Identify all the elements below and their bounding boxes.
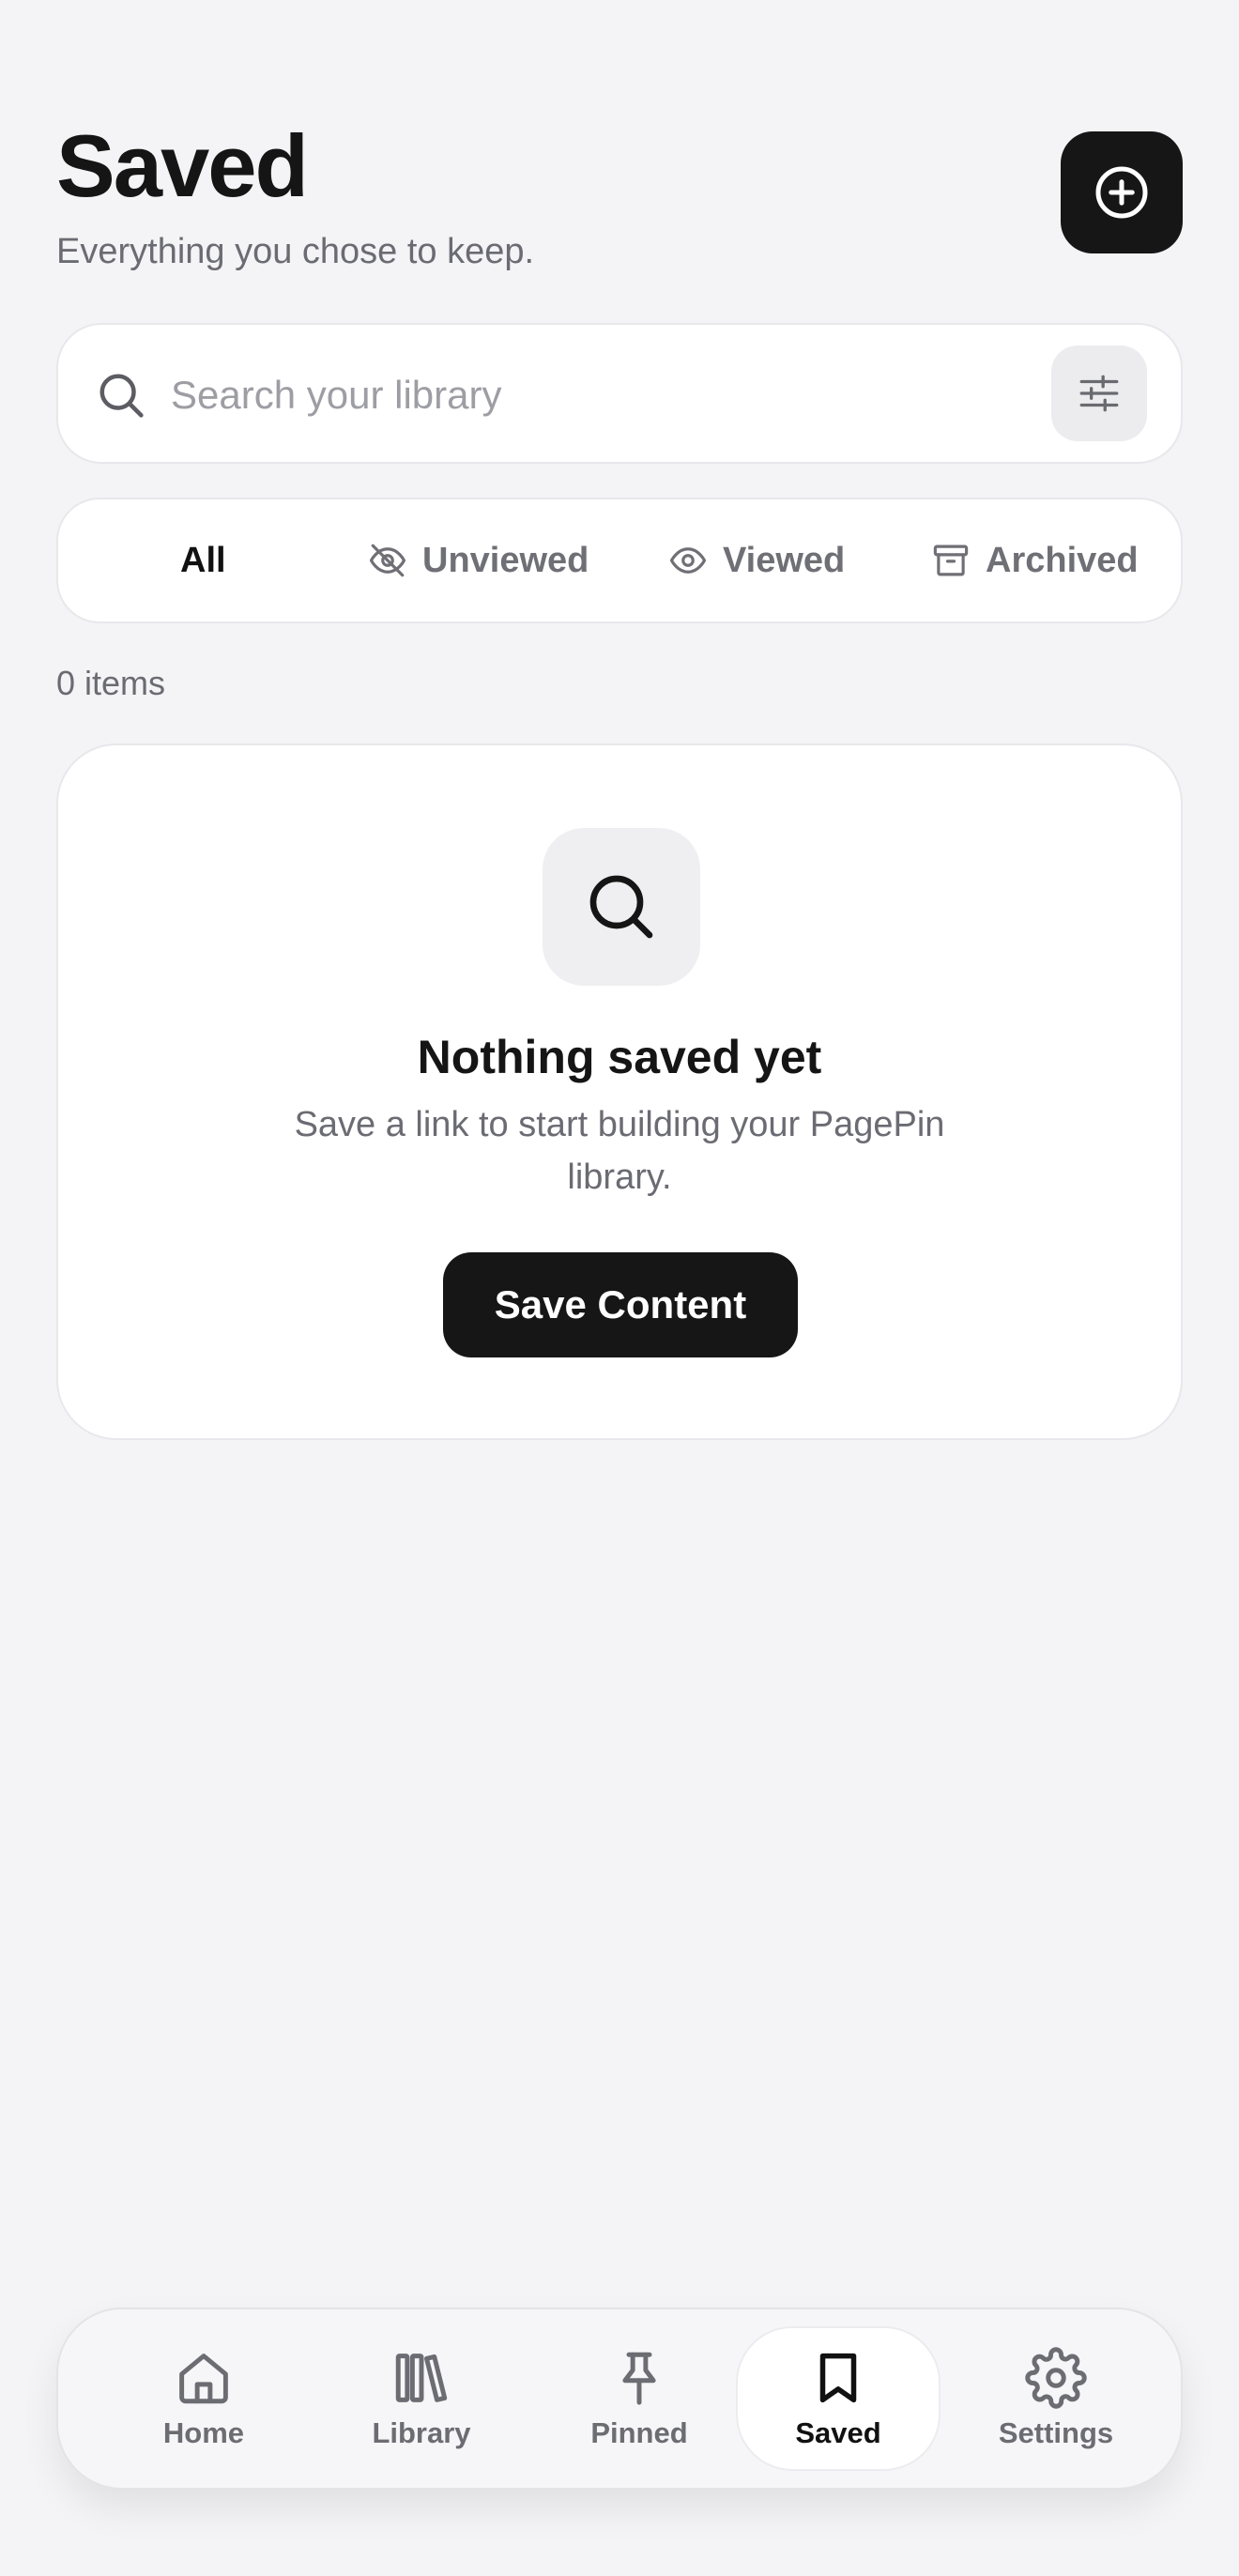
archive-icon bbox=[933, 544, 969, 576]
search-icon bbox=[589, 875, 653, 939]
nav-label: Library bbox=[372, 2416, 471, 2449]
tab-label: All bbox=[180, 540, 226, 580]
page-subtitle: Everything you chose to keep. bbox=[56, 232, 535, 271]
nav-item-settings[interactable]: Settings bbox=[954, 2326, 1158, 2471]
tab-label: Viewed bbox=[723, 540, 846, 580]
nav-item-home[interactable]: Home bbox=[101, 2326, 306, 2471]
search-input[interactable] bbox=[171, 362, 1072, 428]
nav-label: Saved bbox=[795, 2416, 881, 2449]
tab-archived[interactable]: Archived bbox=[931, 499, 1139, 621]
nav-item-saved[interactable]: Saved bbox=[736, 2326, 941, 2471]
tab-viewed[interactable]: Viewed bbox=[668, 499, 845, 621]
bookmark-icon bbox=[819, 2353, 857, 2403]
saved-screen: Saved Everything you chose to keep. Sear… bbox=[0, 0, 1239, 2576]
pin-icon bbox=[622, 2352, 656, 2405]
add-button[interactable] bbox=[1061, 131, 1183, 253]
gear-icon bbox=[1025, 2347, 1087, 2409]
home-icon bbox=[179, 2354, 228, 2404]
nav-item-pinned[interactable]: Pinned bbox=[537, 2326, 742, 2471]
filter-button[interactable] bbox=[1051, 345, 1147, 441]
empty-state-card: Nothing saved yet Save a link to start b… bbox=[56, 744, 1183, 1440]
search-bar bbox=[56, 323, 1183, 464]
nav-item-library[interactable]: Library bbox=[319, 2326, 524, 2471]
library-icon bbox=[395, 2354, 448, 2402]
nav-label: Settings bbox=[998, 2416, 1114, 2449]
tab-all[interactable]: All bbox=[180, 499, 226, 621]
search-icon bbox=[99, 374, 144, 418]
empty-state-description: Save a link to start building your PageP… bbox=[294, 1105, 945, 1197]
tab-unviewed[interactable]: Unviewed bbox=[368, 499, 589, 621]
eye-off-icon bbox=[369, 544, 406, 577]
empty-state-title: Nothing saved yet bbox=[417, 1031, 822, 1083]
bottom-nav: Home Library Pinned Saved Settings bbox=[56, 2308, 1183, 2490]
sliders-icon bbox=[1079, 375, 1119, 412]
tab-label: Unviewed bbox=[422, 540, 589, 580]
nav-label: Pinned bbox=[590, 2416, 688, 2449]
plus-circle-icon bbox=[1095, 166, 1148, 219]
save-content-button[interactable]: Save Content bbox=[443, 1252, 798, 1357]
tab-label: Archived bbox=[986, 540, 1139, 580]
empty-state-icon-tile bbox=[543, 828, 700, 986]
nav-label: Home bbox=[162, 2416, 245, 2449]
eye-icon bbox=[669, 547, 707, 574]
page-title: Saved bbox=[56, 116, 309, 215]
item-count: 0 items bbox=[56, 664, 166, 702]
filter-tabs: All Unviewed Viewed Archived bbox=[56, 498, 1183, 623]
